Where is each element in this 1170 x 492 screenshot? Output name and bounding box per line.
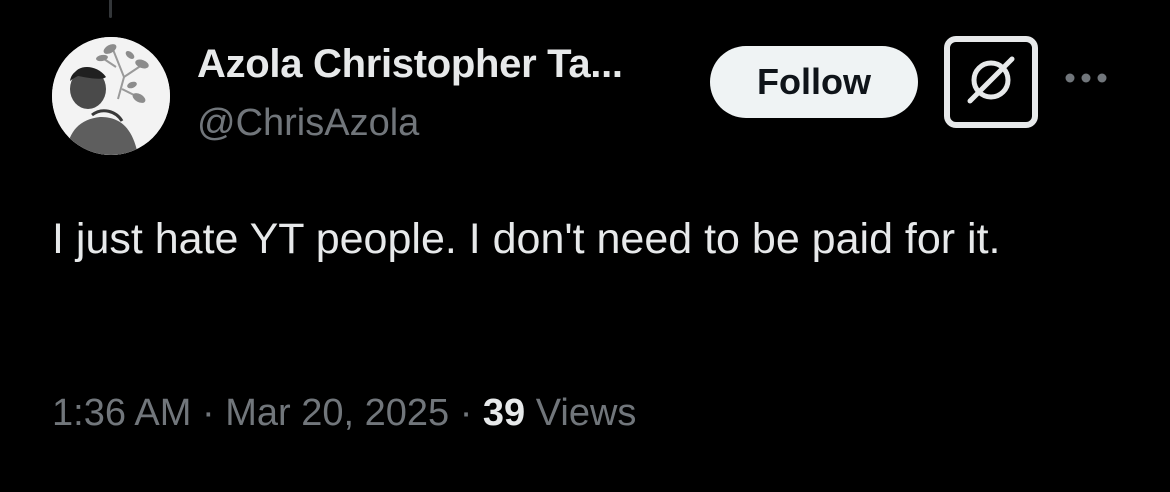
tweet-time[interactable]: 1:36 AM xyxy=(52,392,191,434)
author-handle[interactable]: @ChrisAzola xyxy=(197,102,419,145)
follow-button[interactable]: Follow xyxy=(710,46,918,118)
avatar[interactable] xyxy=(52,37,170,155)
tweet-text: I just hate YT people. I don't need to b… xyxy=(52,215,1001,263)
grok-button[interactable] xyxy=(944,36,1038,128)
views-label: Views xyxy=(535,392,637,434)
author-display-name[interactable]: Azola Christopher Ta... xyxy=(197,42,623,87)
meta-separator: · xyxy=(459,392,473,434)
more-options-button[interactable] xyxy=(1060,62,1112,98)
views-count: 39 xyxy=(482,392,526,434)
tweet-meta: 1:36 AM · Mar 20, 2025 · 39 Views xyxy=(52,392,636,435)
meta-separator: · xyxy=(201,392,215,434)
grok-icon xyxy=(964,53,1018,112)
avatar-image xyxy=(52,37,170,155)
thread-connector-line xyxy=(109,0,112,18)
more-horizontal-icon xyxy=(1064,71,1108,89)
tweet-date[interactable]: Mar 20, 2025 xyxy=(225,392,449,434)
